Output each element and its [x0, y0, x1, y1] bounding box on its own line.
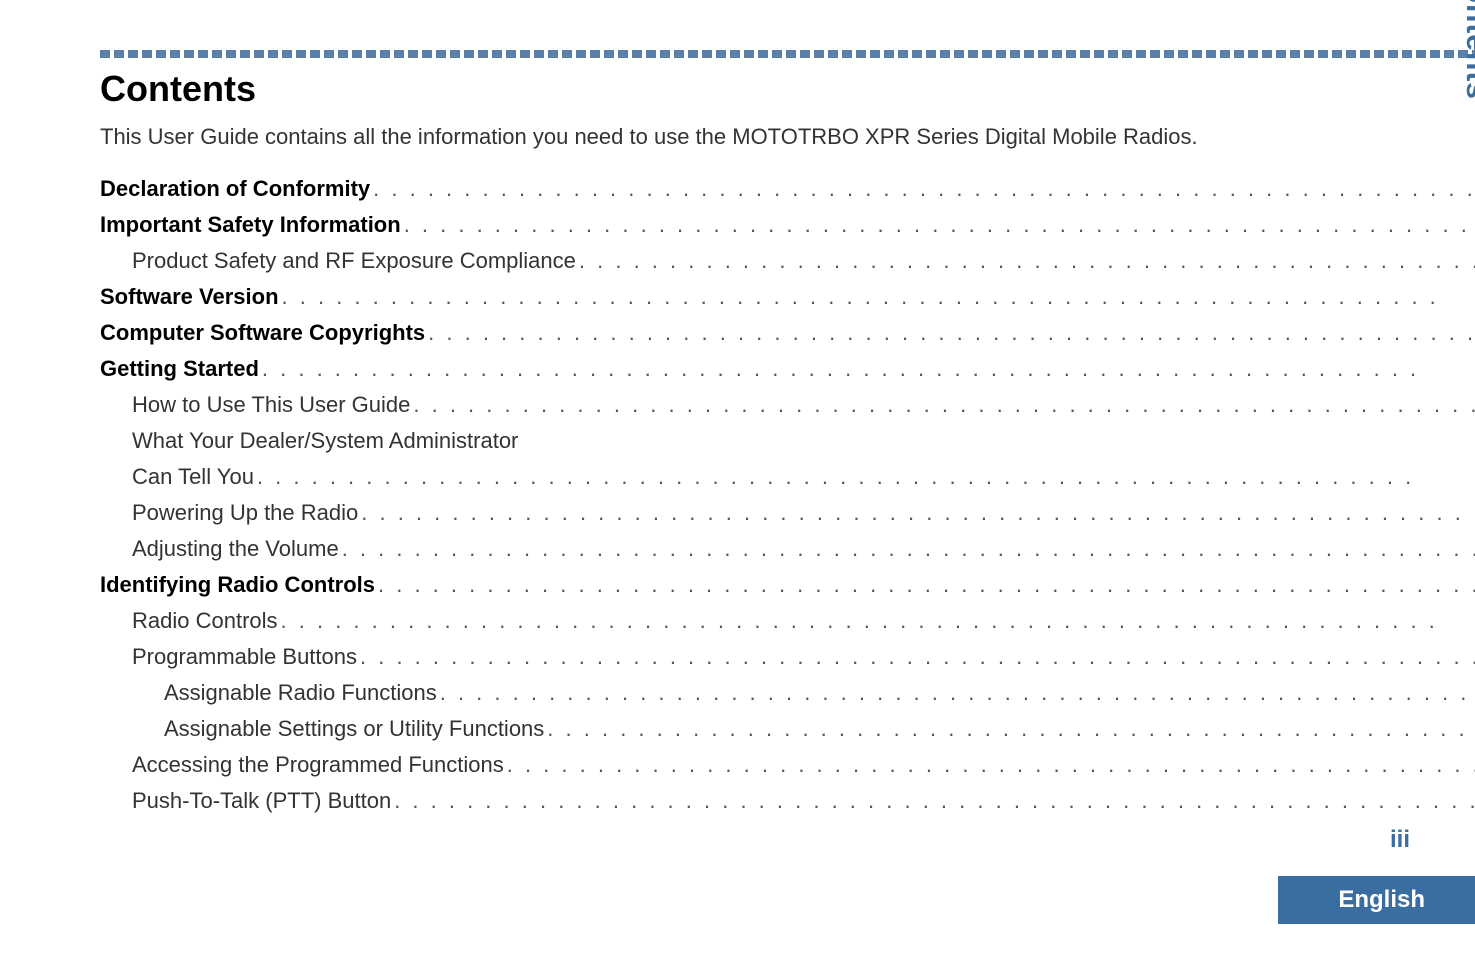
toc-entry[interactable]: Push-To-Talk (PTT) Button7 [100, 784, 1475, 817]
toc-label: Adjusting the Volume [132, 532, 339, 565]
toc-label: Can Tell You [132, 460, 254, 493]
toc-dots [278, 604, 1475, 637]
page-title: Contents [100, 68, 1475, 110]
toc-entry[interactable]: Getting Started1 [100, 352, 1475, 385]
toc-dots [357, 640, 1475, 673]
toc-entry-wrap[interactable]: What Your Dealer/System Administrator [100, 424, 1475, 457]
toc-label: Powering Up the Radio [132, 496, 358, 529]
toc-dots [437, 676, 1475, 709]
left-column: Contents This User Guide contains all th… [100, 50, 1475, 924]
toc-entry[interactable]: Assignable Settings or Utility Functions… [100, 712, 1475, 745]
footer-language-tab: English [1278, 876, 1475, 924]
intro-text: This User Guide contains all the informa… [100, 122, 1475, 152]
toc-dots [358, 496, 1475, 529]
toc-label: Programmable Buttons [132, 640, 357, 673]
toc-label: Important Safety Information [100, 208, 401, 241]
toc-entry[interactable]: Adjusting the Volume2 [100, 532, 1475, 565]
toc-dots [254, 460, 1475, 493]
toc-entry[interactable]: Assignable Radio Functions4 [100, 676, 1475, 709]
toc-entry[interactable]: Important Safety Informationix [100, 208, 1475, 241]
toc-label: How to Use This User Guide [132, 388, 410, 421]
toc-dots [576, 244, 1475, 277]
toc-entry[interactable]: Identifying Radio Controls3 [100, 568, 1475, 601]
toc-label: Declaration of Conformity [100, 172, 370, 205]
toc-left-list: Declaration of ConformityiImportant Safe… [100, 172, 1475, 817]
toc-entry[interactable]: Can Tell You1 [100, 460, 1475, 493]
separator-line [100, 50, 1475, 58]
toc-label: Computer Software Copyrights [100, 316, 425, 349]
toc-dots [375, 568, 1475, 601]
toc-entry[interactable]: Product Safety and RF Exposure Complianc… [100, 244, 1475, 277]
toc-dots [370, 172, 1475, 205]
toc-dots [544, 712, 1475, 745]
toc-dots [259, 352, 1475, 385]
toc-label: Accessing the Programmed Functions [132, 748, 504, 781]
page-number: iii [1390, 826, 1410, 854]
page-container: Contents This User Guide contains all th… [0, 0, 1475, 954]
toc-dots [339, 532, 1475, 565]
toc-entry[interactable]: How to Use This User Guide1 [100, 388, 1475, 421]
toc-entry[interactable]: Powering Up the Radio2 [100, 496, 1475, 529]
toc-entry[interactable]: Declaration of Conformityi [100, 172, 1475, 205]
toc-dots [279, 280, 1475, 313]
toc-dots [425, 316, 1475, 349]
toc-label: Push-To-Talk (PTT) Button [132, 784, 391, 817]
toc-dots [401, 208, 1475, 241]
toc-label: Radio Controls [132, 604, 278, 637]
toc-dots [504, 748, 1475, 781]
toc-label: Identifying Radio Controls [100, 568, 375, 601]
toc-entry[interactable]: Software Versionix [100, 280, 1475, 313]
toc-dots [391, 784, 1475, 817]
toc-label: Assignable Radio Functions [164, 676, 437, 709]
toc-dots [410, 388, 1475, 421]
toc-label: Product Safety and RF Exposure Complianc… [132, 244, 576, 277]
toc-entry[interactable]: Accessing the Programmed Functions6 [100, 748, 1475, 781]
toc-label: Assignable Settings or Utility Functions [164, 712, 544, 745]
toc-entry[interactable]: Radio Controls3 [100, 604, 1475, 637]
toc-entry[interactable]: Computer Software Copyrightsx [100, 316, 1475, 349]
toc-label: Getting Started [100, 352, 259, 385]
toc-label: Software Version [100, 280, 279, 313]
side-tab-label: Contents [1459, 0, 1475, 100]
toc-entry[interactable]: Programmable Buttons4 [100, 640, 1475, 673]
